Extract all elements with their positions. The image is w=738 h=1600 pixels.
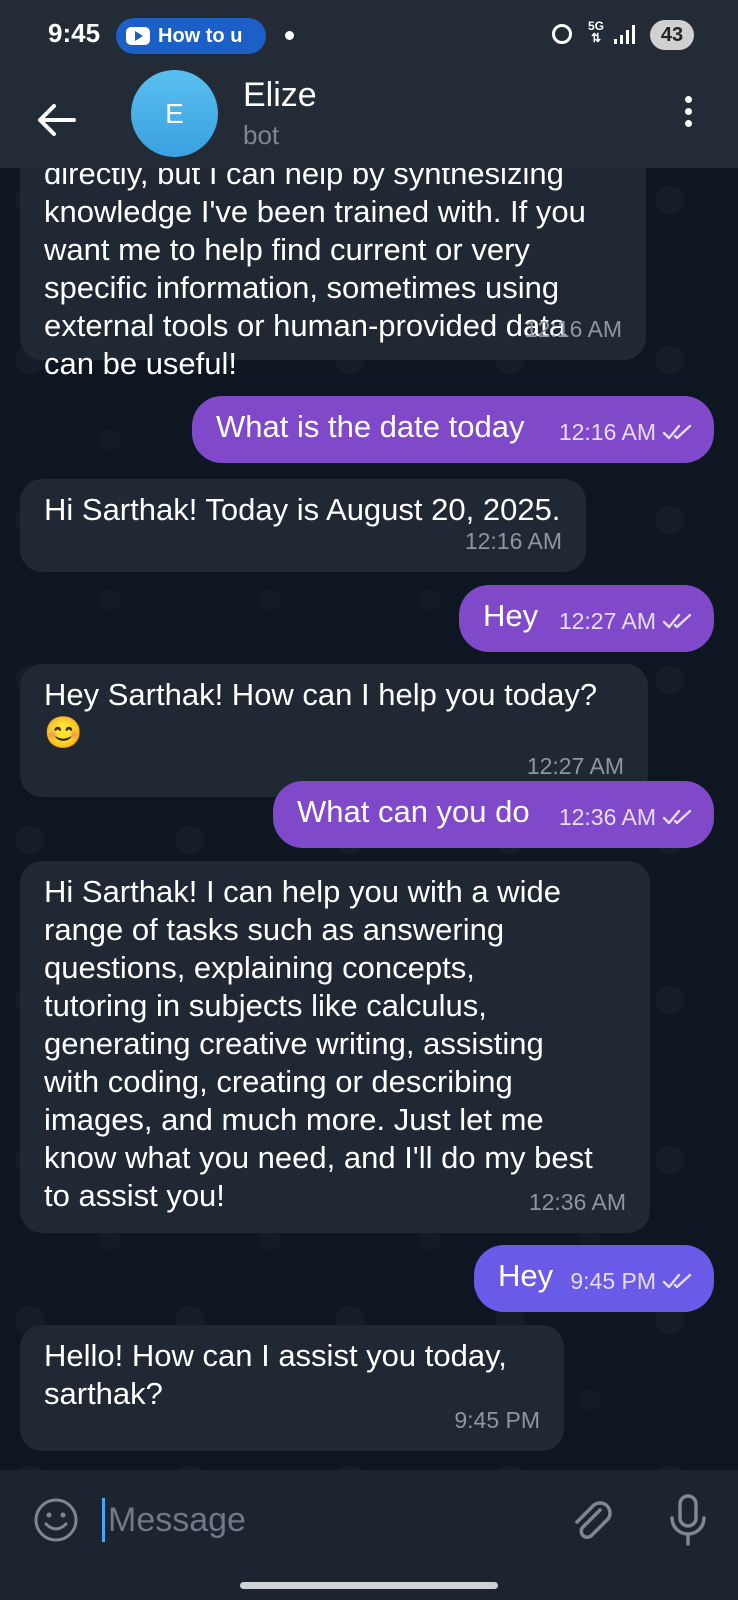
message-text: Hey Sarthak! How can I help you today? 😊	[44, 677, 598, 750]
message-time: 12:16 AM	[558, 419, 656, 445]
message-bubble-outgoing[interactable]: What can you do 12:36 AM	[273, 781, 714, 848]
home-gesture-bar[interactable]	[240, 1582, 498, 1589]
youtube-icon	[126, 27, 150, 45]
message-bubble-incoming[interactable]: Hi Sarthak! Today is August 20, 2025. 12…	[20, 479, 586, 572]
back-arrow-icon[interactable]	[30, 94, 82, 146]
message-bubble-outgoing[interactable]: What is the date today 12:16 AM	[192, 396, 714, 463]
emoji-icon[interactable]	[32, 1496, 80, 1544]
message-composer	[0, 1470, 738, 1570]
read-receipt-icon	[662, 424, 692, 440]
message-time: 12:16 AM	[464, 528, 562, 554]
message-bubble-outgoing[interactable]: Hey 12:27 AM	[459, 585, 714, 652]
battery-indicator: 43	[650, 20, 694, 50]
read-receipt-icon	[662, 613, 692, 629]
message-bubble-incoming[interactable]: Hello! How can I assist you today, sarth…	[20, 1325, 564, 1451]
system-navigation-bar	[0, 1570, 738, 1600]
avatar-letter: E	[165, 97, 184, 129]
paperclip-icon[interactable]	[566, 1494, 618, 1546]
message-time: 12:36 AM	[558, 804, 656, 830]
message-time: 9:45 PM	[570, 1268, 656, 1294]
microphone-icon[interactable]	[664, 1492, 712, 1548]
status-bar: 9:45 How to u 5G ⇅ 43	[0, 0, 738, 70]
text-cursor	[102, 1498, 105, 1542]
message-time: 12:16 AM	[524, 316, 622, 342]
chat-title[interactable]: Elize	[243, 76, 317, 115]
message-text: Hi Sarthak! I can help you with a wide r…	[44, 874, 593, 1213]
media-notification-pill[interactable]: How to u	[116, 18, 266, 54]
message-input[interactable]	[108, 1492, 538, 1548]
chat-subtitle: bot	[243, 120, 280, 150]
hotspot-icon	[552, 24, 572, 44]
signal-icon	[614, 24, 635, 44]
message-list: directly, but I can help by synthesizing…	[0, 168, 738, 1470]
chat-header: E Elize bot	[0, 70, 738, 168]
message-time: 12:27 AM	[558, 608, 656, 634]
status-time: 9:45	[48, 18, 101, 48]
message-time: 12:27 AM	[526, 753, 624, 779]
message-text: directly, but I can help by synthesizing…	[44, 168, 586, 381]
network-type-icon: 5G ⇅	[588, 19, 605, 45]
notification-dot-icon	[285, 31, 294, 40]
message-time: 9:45 PM	[454, 1407, 540, 1433]
message-bubble-incoming[interactable]: directly, but I can help by synthesizing…	[20, 168, 646, 381]
avatar[interactable]: E	[131, 70, 218, 157]
message-bubble-incoming[interactable]: Hey Sarthak! How can I help you today? 😊…	[20, 664, 648, 797]
message-bubble-incoming[interactable]: Hi Sarthak! I can help you with a wide r…	[20, 861, 650, 1233]
read-receipt-icon	[662, 1273, 692, 1289]
message-bubble-outgoing[interactable]: Hey 9:45 PM	[474, 1245, 714, 1312]
message-time: 12:36 AM	[528, 1189, 626, 1215]
more-options-icon[interactable]	[676, 96, 700, 136]
read-receipt-icon	[662, 809, 692, 825]
media-notification-text: How to u	[158, 24, 243, 47]
